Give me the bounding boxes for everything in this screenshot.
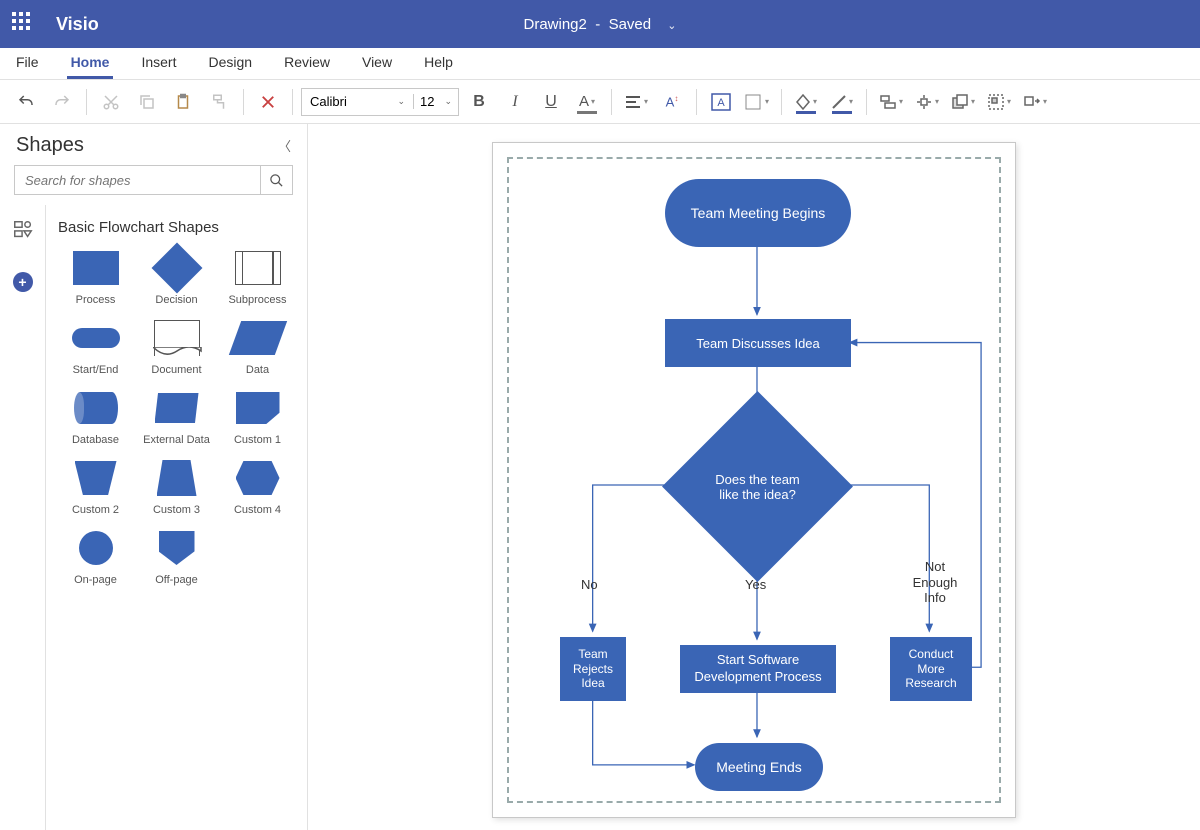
edge-label-yes: Yes bbox=[745, 577, 766, 592]
bold-button[interactable]: B bbox=[463, 86, 495, 118]
shape-custom-2[interactable]: Custom 2 bbox=[58, 460, 133, 516]
document-title[interactable]: Drawing2 - Saved ⌄ bbox=[524, 16, 677, 33]
font-selector[interactable]: Calibri ⌄ 12 ⌄ bbox=[301, 88, 459, 116]
shape-document[interactable]: Document bbox=[139, 320, 214, 376]
line-color-button[interactable]: ▾ bbox=[826, 86, 858, 118]
node-decision[interactable] bbox=[662, 391, 853, 582]
doc-name: Drawing2 bbox=[524, 16, 587, 33]
node-start[interactable]: Team Meeting Begins bbox=[665, 179, 851, 247]
app-name: Visio bbox=[56, 14, 99, 35]
gallery-category: Basic Flowchart Shapes bbox=[58, 219, 295, 236]
edge-label-no: No bbox=[581, 577, 598, 592]
font-color-button[interactable]: A▾ bbox=[571, 86, 603, 118]
shapes-sidebar: Shapes 〈 + Basic Flowchart Shapes Proces… bbox=[0, 124, 308, 830]
node-end[interactable]: Meeting Ends bbox=[695, 743, 823, 791]
paste-button[interactable] bbox=[167, 86, 199, 118]
tab-help[interactable]: Help bbox=[420, 48, 457, 79]
shape-external-data[interactable]: External Data bbox=[139, 390, 214, 446]
shape-off-page[interactable]: Off-page bbox=[139, 530, 214, 586]
add-stencil-icon[interactable]: + bbox=[13, 272, 33, 292]
chevron-down-icon[interactable]: ⌄ bbox=[667, 20, 676, 32]
align-objects-button[interactable]: ▾ bbox=[875, 86, 907, 118]
text-options-button[interactable]: A↕ bbox=[656, 86, 688, 118]
collapse-sidebar-icon[interactable]: 〈 bbox=[278, 136, 291, 155]
tab-review[interactable]: Review bbox=[280, 48, 334, 79]
tab-home[interactable]: Home bbox=[67, 48, 114, 79]
ribbon-tabs: File Home Insert Design Review View Help bbox=[0, 48, 1200, 80]
chevron-down-icon: ⌄ bbox=[397, 96, 405, 107]
copy-button[interactable] bbox=[131, 86, 163, 118]
cut-button[interactable] bbox=[95, 86, 127, 118]
shape-custom-1[interactable]: Custom 1 bbox=[220, 390, 295, 446]
node-dev[interactable]: Start Software Development Process bbox=[680, 645, 836, 693]
flowchart: Team Meeting Begins Team Discusses Idea … bbox=[507, 157, 1001, 803]
shape-custom-3[interactable]: Custom 3 bbox=[139, 460, 214, 516]
shape-decision[interactable]: Decision bbox=[139, 250, 214, 306]
search-input[interactable] bbox=[15, 166, 260, 194]
svg-text:A: A bbox=[717, 97, 725, 109]
main-area: Shapes 〈 + Basic Flowchart Shapes Proces… bbox=[0, 124, 1200, 830]
stencil-icon[interactable] bbox=[12, 219, 34, 246]
font-size-value: 12 bbox=[420, 94, 434, 109]
shape-gallery: Basic Flowchart Shapes Process Decision … bbox=[46, 205, 307, 830]
shape-on-page[interactable]: On-page bbox=[58, 530, 133, 586]
canvas[interactable]: Team Meeting Begins Team Discusses Idea … bbox=[308, 124, 1200, 830]
arrange-button[interactable]: ▾ bbox=[947, 86, 979, 118]
doc-status: Saved bbox=[609, 16, 652, 33]
sidebar-rail: + bbox=[0, 205, 46, 830]
font-name-value: Calibri bbox=[310, 94, 347, 109]
shape-fill-button[interactable]: ▾ bbox=[790, 86, 822, 118]
tab-file[interactable]: File bbox=[12, 48, 43, 79]
group-button[interactable]: ▾ bbox=[983, 86, 1015, 118]
italic-button[interactable]: I bbox=[499, 86, 531, 118]
fill-white-button[interactable]: ▾ bbox=[741, 86, 773, 118]
tab-view[interactable]: View bbox=[358, 48, 396, 79]
format-painter-button[interactable] bbox=[203, 86, 235, 118]
shape-process[interactable]: Process bbox=[58, 250, 133, 306]
edge-label-info: Not Enough Info bbox=[907, 559, 963, 606]
node-research[interactable]: Conduct More Research bbox=[890, 637, 972, 701]
tab-design[interactable]: Design bbox=[204, 48, 256, 79]
shape-custom-4[interactable]: Custom 4 bbox=[220, 460, 295, 516]
node-reject[interactable]: Team Rejects Idea bbox=[560, 637, 626, 701]
text-block-button[interactable]: A bbox=[705, 86, 737, 118]
node-discuss[interactable]: Team Discusses Idea bbox=[665, 319, 851, 367]
align-button[interactable]: ▾ bbox=[620, 86, 652, 118]
delete-button[interactable] bbox=[252, 86, 284, 118]
underline-button[interactable]: U bbox=[535, 86, 567, 118]
search-icon[interactable] bbox=[260, 166, 292, 194]
shapes-panel-title: Shapes bbox=[16, 134, 84, 157]
title-bar: Visio Drawing2 - Saved ⌄ bbox=[0, 0, 1200, 48]
chevron-down-icon: ⌄ bbox=[444, 96, 452, 107]
drawing-page[interactable]: Team Meeting Begins Team Discusses Idea … bbox=[492, 142, 1016, 818]
shape-search[interactable] bbox=[14, 165, 293, 195]
position-button[interactable]: ▾ bbox=[911, 86, 943, 118]
change-shape-button[interactable]: ▾ bbox=[1019, 86, 1051, 118]
toolbar: Calibri ⌄ 12 ⌄ B I U A▾ ▾ A↕ A ▾ ▾ ▾ ▾ ▾ ▾… bbox=[0, 80, 1200, 124]
shape-database[interactable]: Database bbox=[58, 390, 133, 446]
shape-subprocess[interactable]: Subprocess bbox=[220, 250, 295, 306]
undo-button[interactable] bbox=[10, 86, 42, 118]
shape-startend[interactable]: Start/End bbox=[58, 320, 133, 376]
tab-insert[interactable]: Insert bbox=[137, 48, 180, 79]
app-launcher-icon[interactable] bbox=[12, 12, 36, 36]
redo-button[interactable] bbox=[46, 86, 78, 118]
shape-data[interactable]: Data bbox=[220, 320, 295, 376]
